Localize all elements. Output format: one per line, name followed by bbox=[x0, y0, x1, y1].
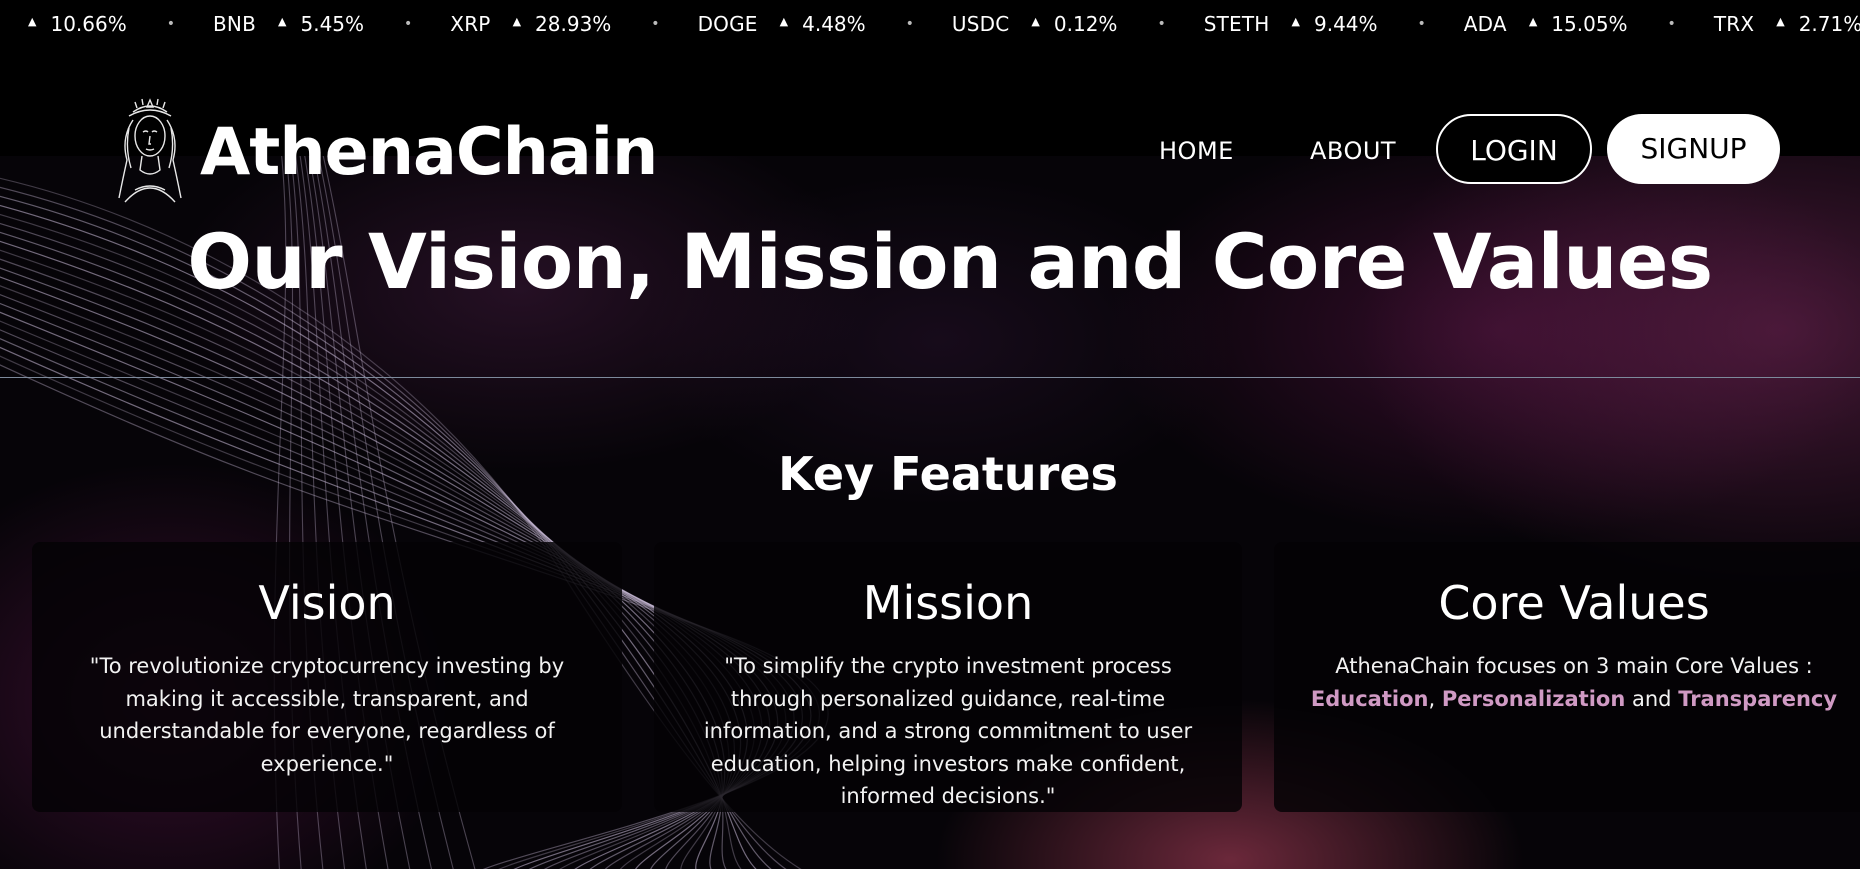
up-arrow-icon: ▲ bbox=[779, 15, 789, 28]
login-button[interactable]: LOGIN bbox=[1436, 114, 1592, 184]
signup-button[interactable]: SIGNUP bbox=[1607, 114, 1780, 184]
mission-text: "To simplify the crypto investment proce… bbox=[703, 654, 1193, 808]
ticker-symbol: BNB bbox=[213, 12, 257, 36]
separator-dot-icon: • bbox=[1417, 16, 1426, 32]
ticker-item: BNB ▲ 5.45% • bbox=[213, 0, 412, 48]
separator-dot-icon: • bbox=[905, 16, 914, 32]
ticker-change: 9.44% bbox=[1313, 12, 1378, 36]
ticker-change: 15.05% bbox=[1551, 12, 1628, 36]
section-divider bbox=[0, 377, 1860, 378]
value-and: and bbox=[1631, 686, 1672, 711]
ticker-change: 2.71% bbox=[1798, 12, 1860, 36]
core-values-card: Core Values AthenaChain focuses on 3 mai… bbox=[1274, 542, 1860, 812]
separator-dot-icon: • bbox=[1157, 16, 1166, 32]
ticker-symbol: DOGE bbox=[697, 12, 758, 36]
ticker-symbol: USDC bbox=[951, 12, 1010, 36]
ticker-item: USDC ▲ 0.12% • bbox=[952, 0, 1166, 48]
core-values-title: Core Values bbox=[1438, 576, 1710, 630]
ticker-item: TRX▲2.71%• bbox=[1714, 0, 1860, 48]
ticker-change: 4.48% bbox=[802, 12, 866, 36]
ticker-item: ADA ▲ 15.05% • bbox=[1464, 0, 1676, 48]
ticker-item: XRP ▲ 28.93% • bbox=[450, 0, 659, 48]
up-arrow-icon: ▲ bbox=[1291, 15, 1300, 28]
mission-card: Mission "To simplify the crypto investme… bbox=[654, 542, 1242, 812]
vision-title: Vision bbox=[258, 576, 396, 630]
athena-logo-icon[interactable] bbox=[113, 98, 187, 206]
core-values-text: AthenaChain focuses on 3 main Core Value… bbox=[1296, 650, 1852, 715]
up-arrow-icon: ▲ bbox=[512, 15, 522, 28]
ticker-item: DOGE ▲ 4.48% • bbox=[698, 0, 914, 48]
up-arrow-icon: ▲ bbox=[1528, 15, 1538, 28]
up-arrow-icon: ▲ bbox=[28, 15, 37, 28]
ticker-change: 5.45% bbox=[300, 12, 365, 36]
ticker-item: STETH ▲ 9.44% • bbox=[1204, 0, 1426, 48]
key-features-heading: Key Features bbox=[778, 447, 1118, 501]
value-education: Education bbox=[1310, 686, 1429, 711]
ticker-symbol: ADA bbox=[1463, 12, 1507, 36]
up-arrow-icon: ▲ bbox=[278, 15, 287, 28]
ticker-change: 0.12% bbox=[1053, 12, 1118, 36]
ticker-item: ▲ 10.66% • bbox=[28, 0, 175, 48]
up-arrow-icon: ▲ bbox=[1776, 15, 1785, 28]
price-ticker: ▲ 10.66% • BNB ▲ 5.45% • XRP ▲ 28.93% • DOGE ▲ 4.48% •… bbox=[0, 0, 1860, 48]
page-title: Our Vision, Mission and Core Values bbox=[187, 217, 1713, 306]
value-personalization: Personalization bbox=[1441, 686, 1626, 711]
separator-dot-icon: • bbox=[166, 16, 175, 32]
nav-home-link[interactable]: HOME bbox=[1159, 133, 1234, 169]
ticker-symbol: XRP bbox=[450, 12, 491, 36]
vision-text: "To revolutionize cryptocurrency investi… bbox=[89, 654, 565, 776]
core-values-intro: AthenaChain focuses on 3 main Core Value… bbox=[1335, 654, 1813, 678]
ticker-change: 28.93% bbox=[535, 12, 612, 36]
mission-title: Mission bbox=[862, 576, 1034, 630]
separator-dot-icon: • bbox=[404, 16, 413, 32]
up-arrow-icon: ▲ bbox=[1031, 15, 1040, 28]
ticker-change: 10.66% bbox=[50, 12, 127, 36]
value-separator: , bbox=[1428, 686, 1436, 711]
vision-card: Vision "To revolutionize cryptocurrency … bbox=[32, 542, 622, 812]
ticker-symbol: STETH bbox=[1203, 12, 1270, 36]
nav-about-link[interactable]: ABOUT bbox=[1310, 133, 1396, 169]
separator-dot-icon: • bbox=[1667, 16, 1676, 32]
ticker-symbol: TRX bbox=[1713, 12, 1755, 36]
top-navbar: AthenaChain HOME ABOUT LOGIN SIGNUP bbox=[0, 48, 1860, 203]
value-transparency: Transparency bbox=[1678, 686, 1838, 711]
brand-name[interactable]: AthenaChain bbox=[200, 110, 658, 196]
separator-dot-icon: • bbox=[651, 16, 660, 32]
